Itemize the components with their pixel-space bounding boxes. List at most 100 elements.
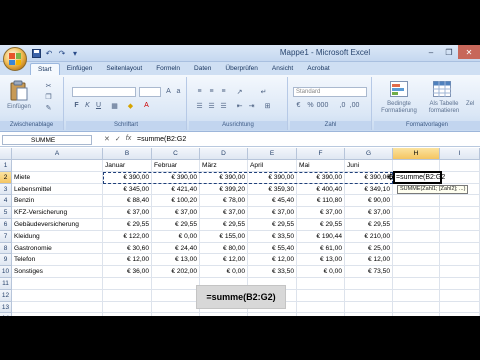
border-icon[interactable]: ▦ bbox=[110, 101, 119, 110]
cell-i5[interactable] bbox=[440, 207, 480, 219]
amount-cell[interactable]: € 202,00 bbox=[152, 266, 200, 278]
amount-cell[interactable]: € 37,00 bbox=[345, 207, 393, 219]
cell-c11[interactable] bbox=[152, 278, 200, 290]
conditional-format-icon[interactable] bbox=[389, 80, 409, 98]
cell-i10[interactable] bbox=[440, 266, 480, 278]
orientation-icon[interactable]: ↗ bbox=[235, 87, 244, 96]
row-header-9[interactable]: 9 bbox=[0, 254, 12, 267]
amount-cell[interactable]: € 345,00 bbox=[103, 183, 152, 196]
amount-cell[interactable]: € 37,00 bbox=[248, 207, 297, 219]
amount-cell[interactable]: € 13,00 bbox=[152, 254, 200, 267]
month-header[interactable]: April bbox=[248, 160, 297, 172]
fx-icon[interactable]: fx bbox=[126, 135, 131, 143]
month-header[interactable]: März bbox=[200, 160, 248, 172]
close-icon[interactable]: ✕ bbox=[458, 45, 480, 59]
cell-i9[interactable] bbox=[440, 254, 480, 267]
cell-h5[interactable] bbox=[393, 207, 440, 219]
amount-cell[interactable]: € 37,00 bbox=[200, 207, 248, 219]
amount-cell[interactable]: € 122,00 bbox=[103, 230, 152, 243]
amount-cell[interactable]: € 73,50 bbox=[345, 266, 393, 278]
copy-icon[interactable]: ❐ bbox=[44, 92, 53, 101]
row-label[interactable]: KFZ-Versicherung bbox=[12, 207, 103, 219]
column-header-e[interactable]: E bbox=[248, 148, 297, 160]
cell-g11[interactable] bbox=[345, 278, 393, 290]
cell-i12[interactable] bbox=[440, 289, 480, 302]
table-format-button[interactable]: Als Tabelle formatieren bbox=[424, 101, 464, 115]
cell-i7[interactable] bbox=[440, 230, 480, 243]
cell-h7[interactable] bbox=[393, 230, 440, 243]
amount-cell[interactable]: € 36,00 bbox=[103, 266, 152, 278]
tab-ansicht[interactable]: Ansicht bbox=[265, 63, 300, 75]
cell-styles-button[interactable]: Zel bbox=[466, 101, 480, 108]
thousands-icon[interactable]: 000 bbox=[317, 101, 329, 110]
cell-h12[interactable] bbox=[393, 289, 440, 302]
cell-b11[interactable] bbox=[103, 278, 152, 290]
month-header[interactable]: Januar bbox=[103, 160, 152, 172]
cancel-icon[interactable]: ✕ bbox=[104, 135, 110, 143]
amount-cell[interactable]: € 359,30 bbox=[248, 183, 297, 196]
column-header-h[interactable]: H bbox=[393, 148, 440, 160]
row-header-13[interactable]: 13 bbox=[0, 301, 12, 314]
amount-cell[interactable]: € 37,00 bbox=[297, 207, 345, 219]
cell-i2[interactable] bbox=[440, 171, 480, 184]
row-label[interactable]: Gebäudeversicherung bbox=[12, 219, 103, 231]
currency-icon[interactable]: € bbox=[294, 101, 303, 110]
amount-cell[interactable]: € 33,50 bbox=[248, 266, 297, 278]
amount-cell[interactable]: € 30,60 bbox=[103, 242, 152, 255]
amount-cell[interactable]: € 390,00 bbox=[345, 171, 393, 184]
minimize-icon[interactable]: – bbox=[422, 45, 440, 59]
month-header[interactable]: Mai bbox=[297, 160, 345, 172]
amount-cell[interactable]: € 24,40 bbox=[152, 242, 200, 255]
column-header-i[interactable]: I bbox=[440, 148, 480, 160]
cell-h6[interactable] bbox=[393, 219, 440, 231]
amount-cell[interactable]: € 349,10 bbox=[345, 183, 393, 196]
conditional-format-button[interactable]: Bedingte Formatierung bbox=[376, 101, 422, 115]
bold-icon[interactable]: F bbox=[72, 101, 81, 110]
align-center-icon[interactable]: ☰ bbox=[207, 101, 216, 110]
office-logo-icon[interactable] bbox=[3, 47, 27, 71]
amount-cell[interactable]: € 210,00 bbox=[345, 230, 393, 243]
cell-h13[interactable] bbox=[393, 301, 440, 314]
amount-cell[interactable]: € 61,00 bbox=[297, 242, 345, 255]
fill-color-icon[interactable]: ◆ bbox=[126, 101, 135, 110]
column-header-g[interactable]: G bbox=[345, 148, 393, 160]
amount-cell[interactable]: € 12,00 bbox=[248, 254, 297, 267]
amount-cell[interactable]: € 110,80 bbox=[297, 195, 345, 208]
align-left-icon[interactable]: ☰ bbox=[195, 101, 204, 110]
row-label[interactable]: Gastronomie bbox=[12, 242, 103, 255]
cell-b13[interactable] bbox=[103, 301, 152, 314]
tab-einfuegen[interactable]: Einfügen bbox=[60, 63, 100, 75]
amount-cell[interactable]: € 29,55 bbox=[297, 219, 345, 231]
align-top-icon[interactable]: ≡ bbox=[195, 87, 204, 96]
cell-a1[interactable] bbox=[12, 160, 103, 172]
amount-cell[interactable]: € 390,00 bbox=[297, 171, 345, 184]
row-header-8[interactable]: 8 bbox=[0, 242, 12, 255]
amount-cell[interactable]: € 400,40 bbox=[297, 183, 345, 196]
increase-decimal-icon[interactable]: ,0 bbox=[338, 101, 347, 110]
cell-g12[interactable] bbox=[345, 289, 393, 302]
amount-cell[interactable]: € 190,44 bbox=[297, 230, 345, 243]
tab-daten[interactable]: Daten bbox=[187, 63, 218, 75]
font-color-icon[interactable]: A bbox=[142, 101, 151, 110]
shrink-font-icon[interactable]: a bbox=[174, 87, 183, 96]
tab-start[interactable]: Start bbox=[30, 63, 60, 75]
tab-ueberpruefen[interactable]: Überprüfen bbox=[218, 63, 265, 75]
row-label[interactable]: Lebensmittel bbox=[12, 183, 103, 196]
amount-cell[interactable]: € 390,00 bbox=[200, 171, 248, 184]
amount-cell[interactable]: € 12,00 bbox=[103, 254, 152, 267]
tab-formeln[interactable]: Formeln bbox=[149, 63, 187, 75]
cell-a11[interactable] bbox=[12, 278, 103, 290]
font-size-dropdown[interactable] bbox=[139, 87, 161, 97]
cell-b12[interactable] bbox=[103, 289, 152, 302]
row-label[interactable]: Benzin bbox=[12, 195, 103, 208]
cell-a12[interactable] bbox=[12, 289, 103, 302]
cell-g13[interactable] bbox=[345, 301, 393, 314]
cell-i4[interactable] bbox=[440, 195, 480, 208]
row-label[interactable]: Kleidung bbox=[12, 230, 103, 243]
number-format-dropdown[interactable]: Standard bbox=[293, 87, 367, 97]
name-box[interactable]: SUMME bbox=[2, 135, 92, 145]
percent-icon[interactable]: % bbox=[306, 101, 315, 110]
paste-icon[interactable] bbox=[8, 80, 30, 102]
amount-cell[interactable]: € 80,00 bbox=[200, 242, 248, 255]
row-header-1[interactable]: 1 bbox=[0, 160, 12, 172]
